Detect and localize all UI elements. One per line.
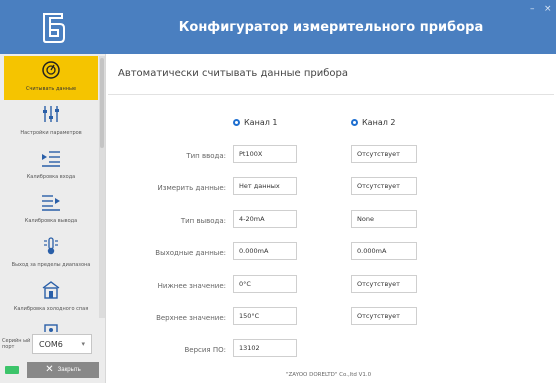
port-value: COM6 xyxy=(39,339,63,349)
close-button-label: Закрыть xyxy=(57,367,81,373)
building-icon xyxy=(40,279,62,301)
lower-value-label: Нижнее значение: xyxy=(157,282,226,290)
sidebar-item-input-calibration[interactable]: Калибровка входа xyxy=(4,144,98,188)
sidebar-item-parameter-settings[interactable]: Настройки параметров xyxy=(4,100,98,144)
gauge-icon xyxy=(40,59,62,81)
ch2-upper-value-field[interactable]: Отсутствует xyxy=(351,307,417,325)
channel-1-radio[interactable]: Канал 1 xyxy=(233,118,277,127)
ch2-lower-value-field[interactable]: Отсутствует xyxy=(351,275,417,293)
channel-2-radio[interactable]: Канал 2 xyxy=(351,118,395,127)
window-title: Конфигуратор измерительного прибора xyxy=(178,19,484,35)
channel-2-label: Канал 2 xyxy=(362,118,396,127)
ch2-output-type-field[interactable]: None xyxy=(351,210,417,228)
connection-status-indicator xyxy=(5,366,19,374)
port-row: Серийн ый порт COM6 ▾ xyxy=(2,332,102,356)
ch1-output-type-field[interactable]: 4-20mA xyxy=(233,210,297,228)
input-calibration-icon xyxy=(40,147,62,169)
logo xyxy=(0,0,106,54)
sidebar-item-label: Калибровка входа xyxy=(26,174,76,180)
sidebar-item-output-calibration[interactable]: Калибровка вывода xyxy=(4,188,98,232)
minimize-button[interactable]: – xyxy=(530,4,535,14)
sidebar-item-label: Считывать данные xyxy=(25,86,77,92)
sidebar-item-cold-junction[interactable]: Калибровка холодного спая xyxy=(4,276,98,320)
sidebar-item-label: Настройки параметров xyxy=(20,130,82,136)
ch2-output-data-field[interactable]: 0.000mA xyxy=(351,242,417,260)
measured-data-label: Измерить данные: xyxy=(157,184,226,192)
window-close-button[interactable]: × xyxy=(544,4,552,14)
output-type-label: Тип вывода: xyxy=(180,217,226,225)
sidebar-item-device[interactable] xyxy=(4,320,98,332)
ch1-upper-value-field[interactable]: 150°C xyxy=(233,307,297,325)
upper-value-label: Верхнее значение: xyxy=(156,314,226,322)
ch1-output-data-field[interactable]: 0.000mA xyxy=(233,242,297,260)
ch2-measured-data-field[interactable]: Отсутствует xyxy=(351,177,417,195)
firmware-version-label: Версия ПО: xyxy=(184,346,226,354)
sliders-icon xyxy=(40,103,62,125)
ch1-lower-value-field[interactable]: 0°C xyxy=(233,275,297,293)
thermometer-icon xyxy=(40,235,62,257)
sidebar-item-label: Калибровка вывода xyxy=(24,218,78,224)
divider xyxy=(108,94,554,95)
ch1-measured-data-field[interactable]: Нет данных xyxy=(233,177,297,195)
ch1-input-type-field[interactable]: Pt100X xyxy=(233,145,297,163)
output-data-label: Выходные данные: xyxy=(155,249,226,257)
sidebar-item-label: Калибровка холодного спая xyxy=(13,306,89,312)
footer-copyright: "ZAYOO DORELTD" Co.,ltd V1.0 xyxy=(286,372,372,378)
sidebar-scroll-thumb[interactable] xyxy=(100,58,104,148)
sidebar-item-label: Выход за пределы диапазона xyxy=(11,262,91,268)
page-subtitle: Автоматически считывать данные прибора xyxy=(118,68,348,79)
bottom-row: ✕ Закрыть xyxy=(2,360,102,380)
channel-1-label: Канал 1 xyxy=(244,118,278,127)
radio-icon xyxy=(233,119,240,126)
ch2-input-type-field[interactable]: Отсутствует xyxy=(351,145,417,163)
port-label: Серийн ый порт xyxy=(2,338,31,350)
sidebar-item-out-of-range[interactable]: Выход за пределы диапазона xyxy=(4,232,98,276)
close-port-button[interactable]: ✕ Закрыть xyxy=(27,362,99,378)
company-logo-icon xyxy=(43,13,65,43)
close-icon: ✕ xyxy=(45,364,54,375)
port-select[interactable]: COM6 ▾ xyxy=(32,334,92,354)
output-calibration-icon xyxy=(40,191,62,213)
chevron-down-icon: ▾ xyxy=(81,340,85,348)
radio-icon xyxy=(351,119,358,126)
title-bar: Конфигуратор измерительного прибора – × xyxy=(106,0,556,54)
sidebar-item-read-data[interactable]: Считывать данные xyxy=(4,56,98,100)
input-type-label: Тип ввода: xyxy=(186,152,226,160)
firmware-version-field[interactable]: 13102 xyxy=(233,339,297,357)
device-icon xyxy=(40,323,62,332)
